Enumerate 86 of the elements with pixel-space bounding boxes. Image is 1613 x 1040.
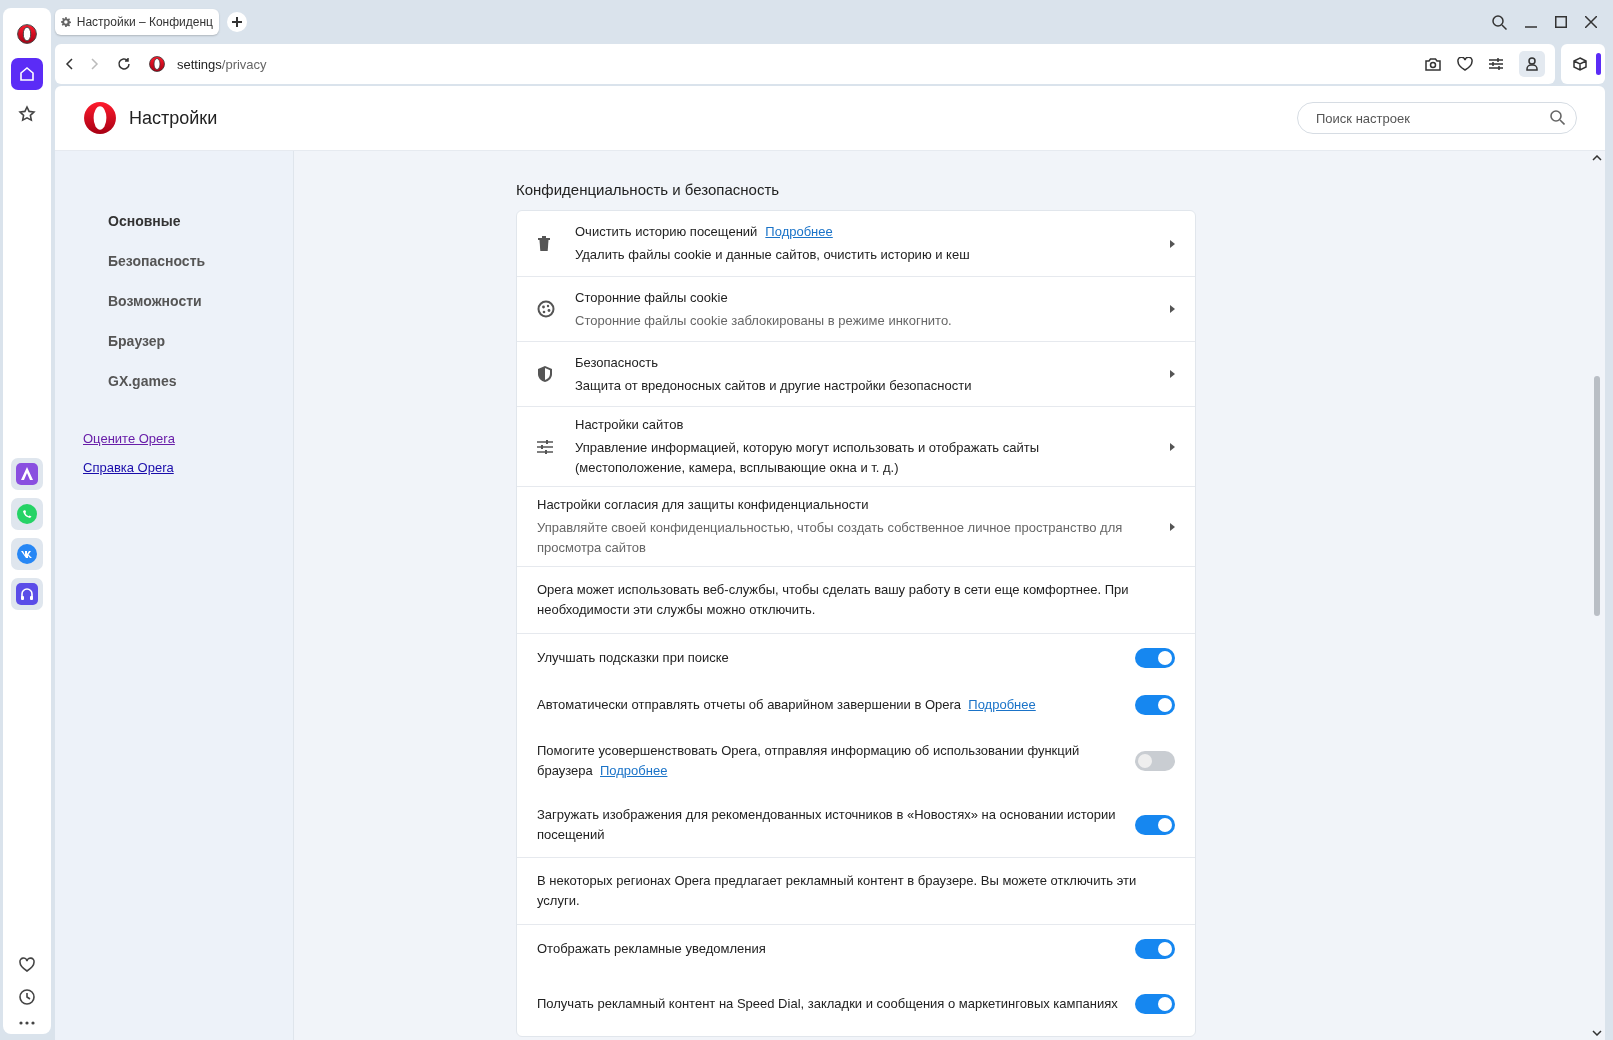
back-icon[interactable]: [65, 58, 73, 70]
toggle-switch[interactable]: [1135, 938, 1175, 959]
row-description: Управляйте своей конфиденциальностью, чтобы создать собственное личное пространство для просмотра сайтов: [537, 519, 1124, 557]
learn-more-link[interactable]: Подробнее: [765, 222, 833, 242]
trash-icon: [537, 235, 551, 252]
search-icon[interactable]: [1550, 110, 1565, 125]
history-clock-icon[interactable]: [18, 988, 36, 1006]
toggle-switch[interactable]: [1135, 994, 1175, 1014]
help-link[interactable]: Оцените Opera: [83, 431, 175, 446]
headphones-app-icon[interactable]: [11, 578, 43, 610]
cube-icon[interactable]: [1573, 57, 1587, 71]
sidebar-item[interactable]: Основные: [108, 201, 181, 241]
sidebar-item[interactable]: GX.games: [108, 361, 177, 401]
chevron-icon: [1170, 442, 1175, 451]
search-icon[interactable]: [1492, 14, 1507, 30]
toggle-label: Получать рекламный контент на Speed Dial, закладки и сообщения о маркетинговых кампаниях: [537, 995, 1119, 1013]
learn-more-link[interactable]: Подробнее: [600, 763, 668, 778]
address-bar[interactable]: settings/privacy: [55, 44, 1555, 84]
close-icon[interactable]: [1585, 16, 1597, 28]
toggle-label: Загружать изображения для рекомендованных источников в «Новостях» на основании истории посещений: [537, 806, 1117, 844]
sidebar-item[interactable]: Безопасность: [108, 241, 206, 281]
sliders-icon: [537, 439, 553, 454]
sidebar-item[interactable]: Браузер: [108, 321, 166, 361]
page-title: Настройки: [129, 107, 218, 129]
profile-button[interactable]: [1519, 51, 1545, 77]
settings-row[interactable]: Очистить историю посещений Подробнее Удалить файлы cookie и данные сайтов, очистить историю и кеш: [517, 211, 1195, 276]
star-icon[interactable]: [18, 105, 36, 123]
row-description: Сторонние файлы cookie заблокированы в режиме инкогнито.: [575, 311, 953, 330]
row-title: Настройки сайтов: [575, 416, 684, 434]
settings-sliders-icon[interactable]: [1489, 58, 1503, 70]
person-icon[interactable]: [1526, 57, 1538, 71]
plus-icon[interactable]: [232, 17, 242, 27]
vk-app-icon[interactable]: [11, 538, 43, 570]
settings-row[interactable]: Настройки согласия для защиты конфиденциальности Управляйте своей конфиденциальностью, чтобы создать собственное личное пространство для просмотра сайтов: [517, 486, 1195, 566]
toggle-switch[interactable]: [1135, 695, 1175, 715]
settings-row[interactable]: Безопасность Защита от вредоносных сайтов и другие настройки безопасности: [517, 341, 1195, 406]
shield-icon: [537, 365, 553, 383]
home-button[interactable]: [11, 58, 43, 90]
heart-icon[interactable]: [18, 956, 36, 974]
gear-icon: [61, 15, 71, 29]
browser-tab[interactable]: Настройки – Конфиденц: [55, 9, 219, 35]
chevron-icon: [1170, 305, 1175, 313]
row-title: Настройки согласия для защиты конфиденциальности: [537, 496, 869, 514]
toggle-label: Отображать рекламные уведомления: [537, 939, 767, 958]
settings-row[interactable]: Настройки сайтов Управление информацией, которую могут использовать и отображать сайты (местоположение, камера, всплывающие окна и т. д.): [517, 406, 1195, 486]
row-description: Управление информацией, которую могут использовать и отображать сайты (местоположение, камера, всплывающие окна и т. д.): [575, 439, 1041, 477]
extensions-panel[interactable]: [1561, 44, 1605, 84]
chevron-icon: [1170, 370, 1175, 378]
chevron-icon: [1170, 239, 1175, 248]
toggle-switch[interactable]: [1135, 751, 1175, 771]
learn-more-link[interactable]: Подробнее: [968, 697, 1036, 712]
chevron-icon: [1170, 522, 1175, 531]
toggle-label: Помогите усовершенствовать Opera, отправляя информацию об использовании функций браузера Подробнее: [537, 742, 1081, 780]
new-tab-button[interactable]: [227, 12, 247, 32]
row-title: Очистить историю посещений: [575, 223, 758, 241]
row-title: Безопасность: [575, 353, 658, 372]
cookie-icon: [537, 300, 555, 318]
sidebar-item[interactable]: Возможности: [108, 281, 202, 321]
url-text[interactable]: settings/privacy: [177, 56, 267, 72]
reload-icon[interactable]: [117, 57, 131, 71]
scroll-down-icon[interactable]: [1592, 1030, 1602, 1036]
camera-icon[interactable]: [1425, 57, 1441, 71]
opera-logo: [17, 24, 37, 44]
indicator-bar: [1596, 53, 1601, 75]
more-icon[interactable]: [18, 1020, 36, 1026]
search-field[interactable]: Поиск настроек: [1297, 102, 1577, 134]
scroll-up-icon[interactable]: [1592, 155, 1602, 161]
home-icon[interactable]: [18, 65, 36, 83]
toggle-label: Улучшать подсказки при поиске: [537, 648, 730, 667]
toggle-label: Автоматически отправлять отчеты об аварийном завершении в Opera Подробнее: [537, 696, 1037, 714]
toggle-switch[interactable]: [1135, 647, 1175, 668]
section-title: Конфиденциальность и безопасность: [516, 181, 781, 198]
info-text: В некоторых регионах Opera предлагает рекламный контент в браузере. Вы можете отключить эти услуги.: [537, 872, 1138, 910]
row-description: Удалить файлы cookie и данные сайтов, очистить историю и кеш: [575, 246, 971, 264]
triangle-app-icon[interactable]: [11, 458, 43, 490]
scrollbar-thumb[interactable]: [1594, 376, 1600, 616]
help-link[interactable]: Справка Opera: [83, 460, 174, 475]
toggle-switch[interactable]: [1135, 815, 1175, 835]
settings-row[interactable]: Сторонние файлы cookie Сторонние файлы cookie заблокированы в режиме инкогнито.: [517, 276, 1195, 341]
maximize-icon[interactable]: [1555, 16, 1567, 28]
row-description: Защита от вредоносных сайтов и другие настройки безопасности: [575, 376, 973, 395]
opera-logo: [149, 56, 165, 72]
heart-icon[interactable]: [1457, 57, 1473, 71]
row-title: Сторонние файлы cookie: [575, 288, 728, 307]
info-text: Opera может использовать веб-службы, чтобы сделать вашу работу в сети еще комфортнее. При необходимости эти службы можно отключить.: [537, 581, 1130, 619]
opera-logo: [83, 101, 117, 135]
